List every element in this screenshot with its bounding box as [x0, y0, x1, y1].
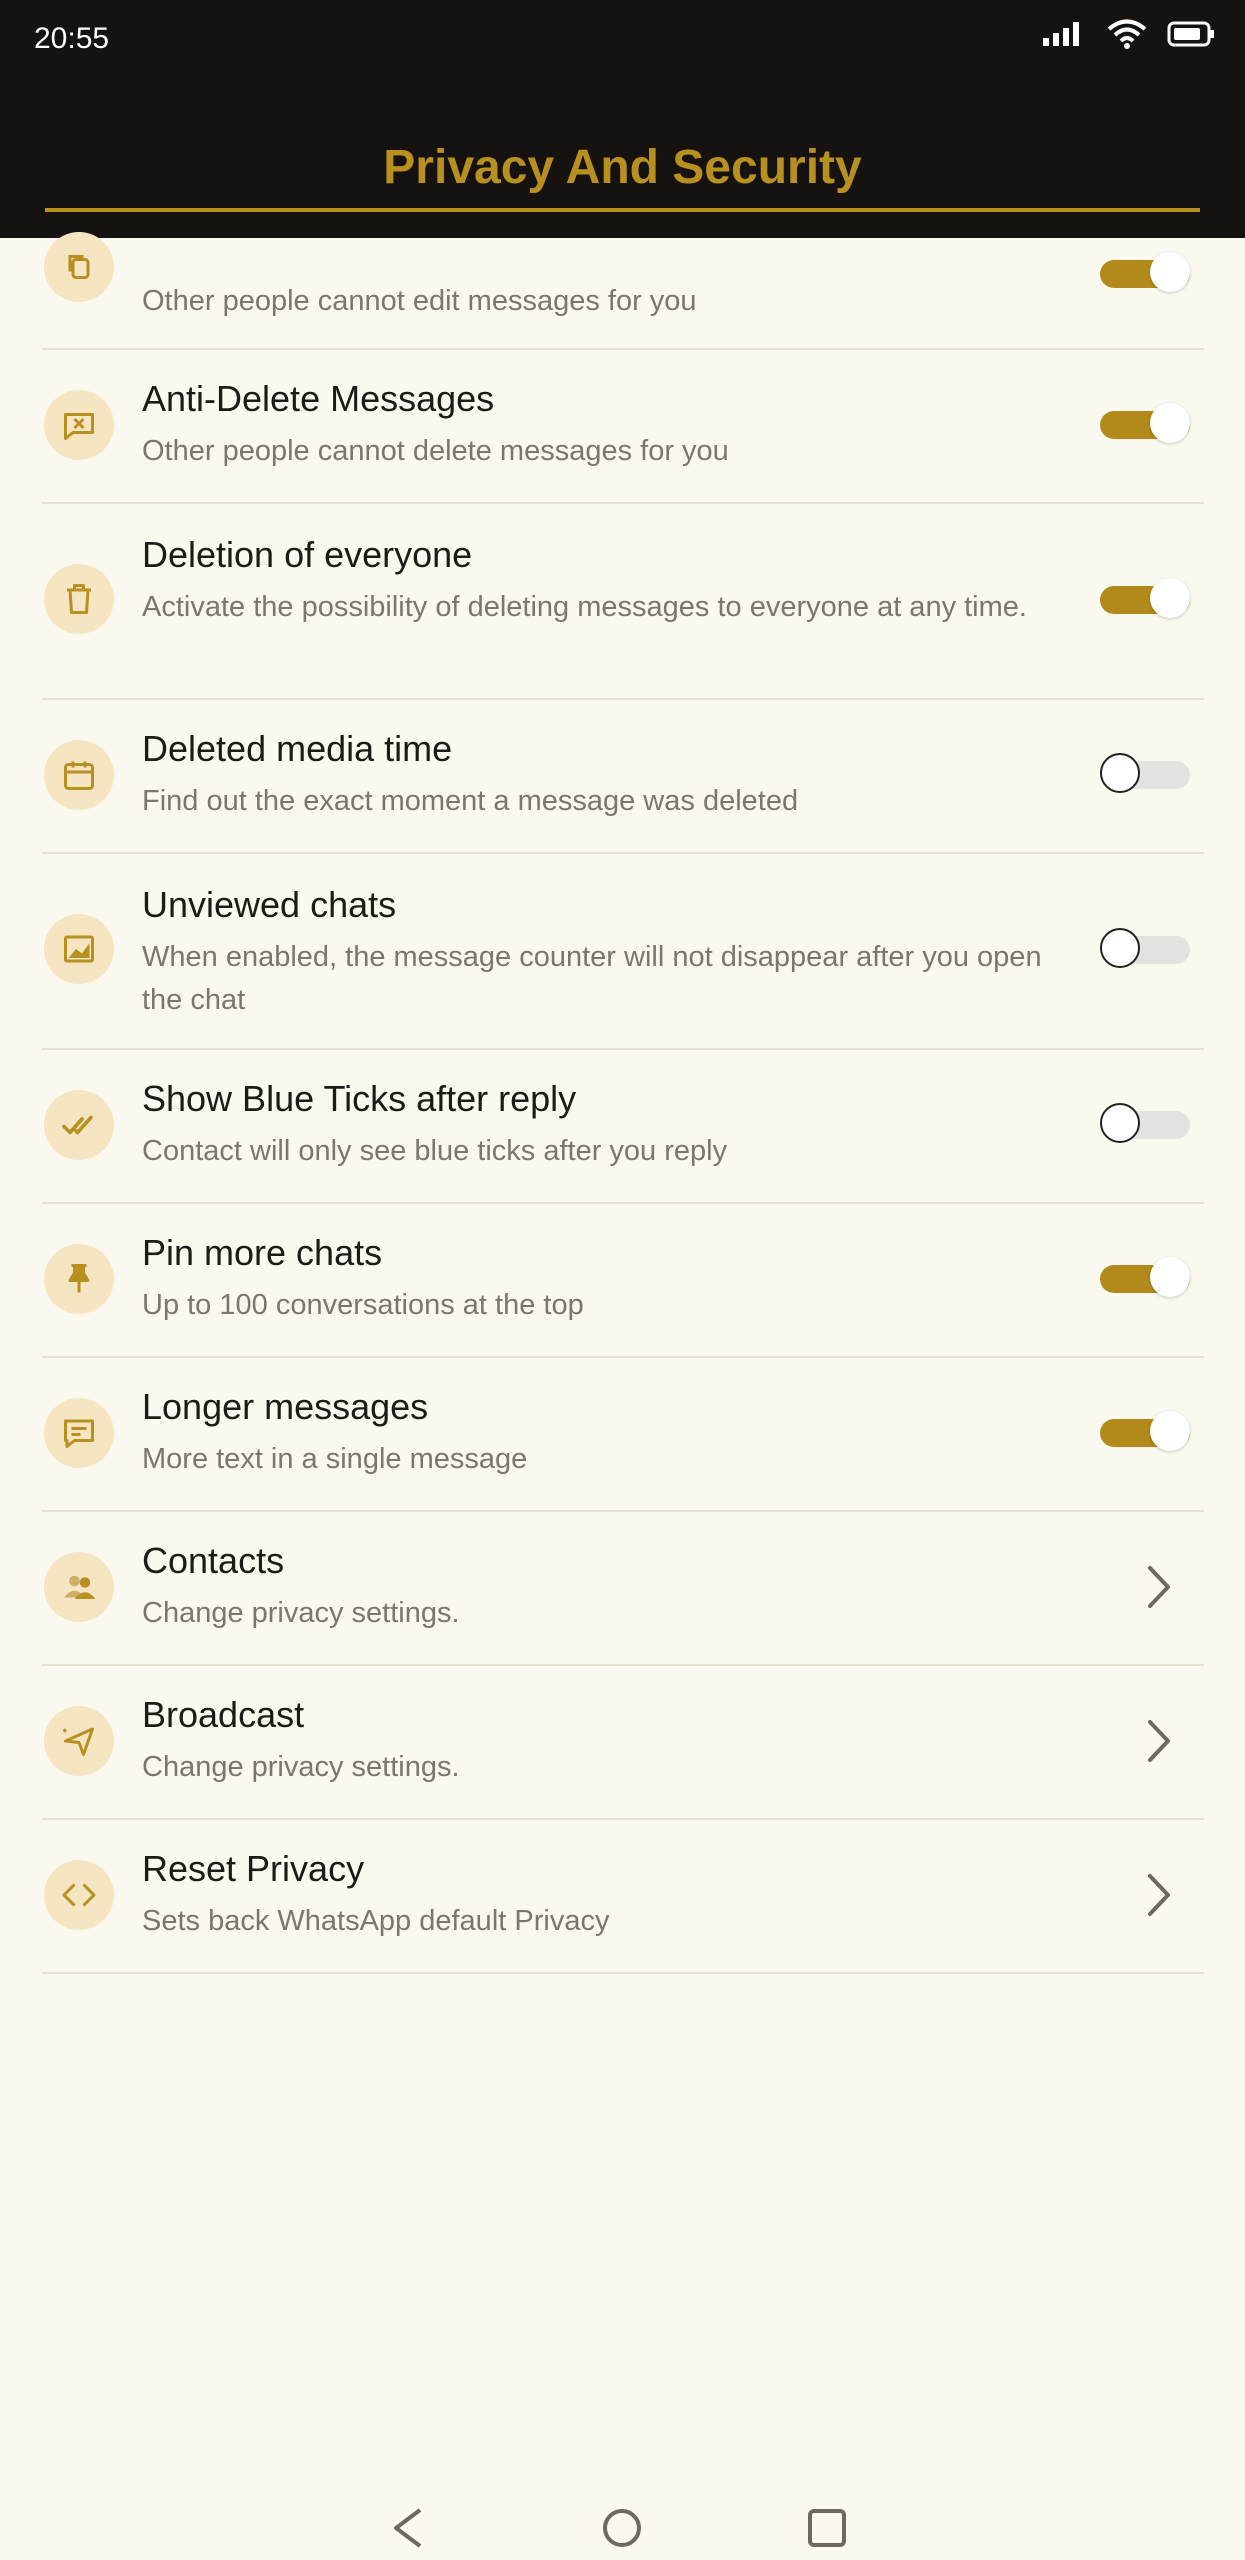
setting-subtitle: Change privacy settings.	[142, 1597, 460, 1629]
status-icons	[1041, 18, 1215, 50]
setting-subtitle: When enabled, the message counter will n…	[142, 941, 1042, 1016]
chat-x-icon	[44, 390, 114, 460]
setting-row-deleted-media-time[interactable]: Deleted media time Find out the exact mo…	[42, 698, 1204, 854]
app-bar: Privacy And Security	[0, 82, 1245, 238]
chevron-right-icon	[1148, 1720, 1170, 1762]
setting-title: Deleted media time	[142, 728, 453, 769]
calendar-icon	[44, 740, 114, 810]
setting-subtitle: Sets back WhatsApp default Privacy	[142, 1905, 610, 1937]
toggle-switch[interactable]	[1100, 578, 1190, 620]
status-bar: 20:55	[0, 0, 1245, 82]
toggle-switch[interactable]	[1100, 1411, 1190, 1453]
navigation-bar	[0, 2470, 1245, 2560]
setting-row-broadcast[interactable]: Broadcast Change privacy settings.	[42, 1664, 1204, 1820]
wifi-icon	[1107, 19, 1147, 49]
back-icon[interactable]	[388, 2506, 428, 2550]
pin-icon	[44, 1244, 114, 1314]
home-icon[interactable]	[600, 2506, 644, 2550]
setting-subtitle: More text in a single message	[142, 1443, 528, 1475]
chevron-right-icon	[1148, 1566, 1170, 1608]
toggle-switch[interactable]	[1100, 1103, 1190, 1145]
setting-row-contacts[interactable]: Contacts Change privacy settings.	[42, 1510, 1204, 1666]
setting-title: Deletion of everyone	[142, 534, 473, 575]
setting-row-unviewed-chats[interactable]: Unviewed chats When enabled, the message…	[42, 852, 1204, 1050]
setting-row-anti-edit[interactable]: Other people cannot edit messages for yo…	[42, 232, 1204, 350]
message-icon	[44, 1398, 114, 1468]
copy-icon	[44, 232, 114, 302]
toggle-switch[interactable]	[1100, 928, 1190, 970]
setting-subtitle: Change privacy settings.	[142, 1751, 460, 1783]
setting-title: Longer messages	[142, 1386, 429, 1427]
image-icon	[44, 914, 114, 984]
setting-subtitle: Up to 100 conversations at the top	[142, 1289, 584, 1321]
send-icon	[44, 1706, 114, 1776]
setting-row-deletion-everyone[interactable]: Deletion of everyone Activate the possib…	[42, 502, 1204, 700]
setting-subtitle: Activate the possibility of deleting mes…	[142, 591, 1027, 623]
setting-title: Show Blue Ticks after reply	[142, 1078, 577, 1119]
page-title: Privacy And Security	[383, 141, 862, 194]
code-icon	[44, 1860, 114, 1930]
double-check-icon	[44, 1090, 114, 1160]
title-underline	[45, 208, 1200, 212]
recents-icon[interactable]	[805, 2506, 849, 2550]
toggle-switch[interactable]	[1100, 403, 1190, 445]
setting-row-blue-ticks[interactable]: Show Blue Ticks after reply Contact will…	[42, 1048, 1204, 1204]
setting-title: Broadcast	[142, 1694, 305, 1735]
setting-title: Unviewed chats	[142, 884, 397, 925]
setting-title: Pin more chats	[142, 1232, 383, 1273]
toggle-switch[interactable]	[1100, 753, 1190, 795]
setting-row-reset-privacy[interactable]: Reset Privacy Sets back WhatsApp default…	[42, 1818, 1204, 1974]
setting-subtitle: Other people cannot edit messages for yo…	[142, 285, 697, 317]
setting-title: Reset Privacy	[142, 1848, 365, 1889]
setting-title: Contacts	[142, 1540, 285, 1581]
battery-icon	[1167, 21, 1214, 47]
toggle-switch[interactable]	[1100, 1257, 1190, 1299]
setting-row-pin-more-chats[interactable]: Pin more chats Up to 100 conversations a…	[42, 1202, 1204, 1358]
signal-icon	[1043, 22, 1079, 46]
toggle-switch[interactable]	[1100, 252, 1190, 294]
status-time: 20:55	[34, 22, 110, 55]
setting-row-anti-delete[interactable]: Anti-Delete Messages Other people cannot…	[42, 348, 1204, 504]
setting-subtitle: Find out the exact moment a message was …	[142, 785, 799, 817]
setting-row-longer-messages[interactable]: Longer messages More text in a single me…	[42, 1356, 1204, 1512]
chevron-right-icon	[1148, 1874, 1170, 1916]
contacts-icon	[44, 1552, 114, 1622]
trash-icon	[44, 564, 114, 634]
setting-title: Anti-Delete Messages	[142, 378, 495, 419]
setting-subtitle: Other people cannot delete messages for …	[142, 435, 729, 467]
setting-subtitle: Contact will only see blue ticks after y…	[142, 1135, 728, 1167]
